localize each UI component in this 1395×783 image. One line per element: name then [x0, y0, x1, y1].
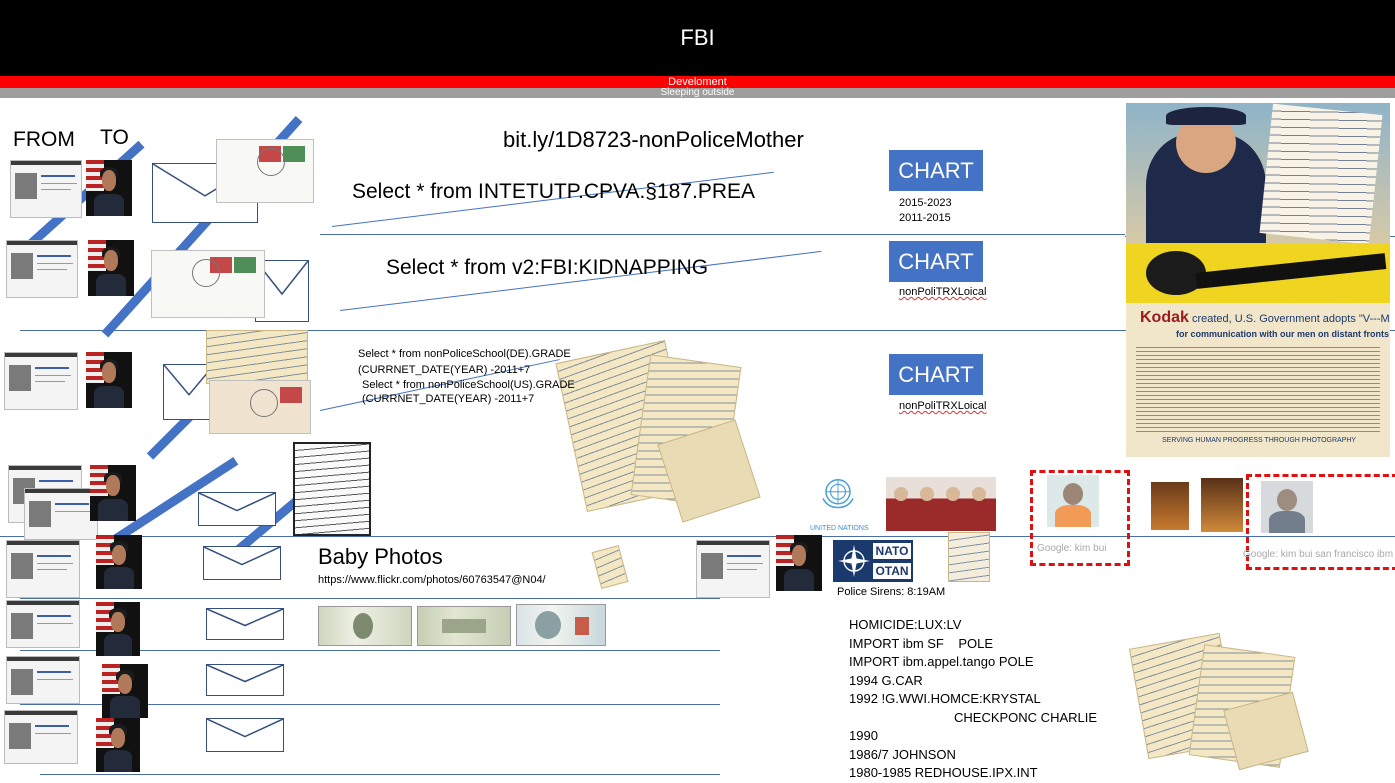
otan-text: OTAN	[873, 563, 911, 579]
query-text: (CURRNET_DATE(YEAR) -2011+7	[362, 393, 535, 405]
stamped-envelope-image[interactable]	[209, 380, 311, 434]
source-thumbnail[interactable]	[6, 600, 80, 648]
envelope-icon[interactable]	[206, 664, 284, 696]
person-photo	[1047, 475, 1099, 527]
officer-photo[interactable]	[102, 664, 148, 718]
notes-list: HOMICIDE:LUX:LV IMPORT ibm SF POLE IMPOR…	[849, 616, 1119, 783]
note-line: CHECKPONC CHARLIE	[954, 709, 1098, 725]
link-text[interactable]: bit.ly/1D8723-nonPoliceMother	[503, 127, 804, 153]
source-thumbnail[interactable]	[6, 540, 80, 598]
handwritten-letter-image[interactable]	[591, 545, 629, 589]
officer-photo[interactable]	[96, 535, 142, 589]
note-line: 1990	[849, 728, 878, 743]
to-label: TO	[100, 126, 129, 149]
note-line: 1994 G.CAR	[849, 672, 923, 688]
source-thumbnail[interactable]	[24, 488, 98, 540]
google-result-box[interactable]: Google: kim bui san francisco ibm	[1243, 474, 1395, 570]
page-header: FBI	[0, 0, 1395, 77]
baby-photos-title: Baby Photos	[318, 544, 443, 569]
dollar-bill-image	[318, 606, 412, 646]
un-emblem-icon	[822, 479, 854, 509]
officer-photo[interactable]	[96, 602, 140, 656]
google-caption: Google: kim bui san francisco ibm	[1243, 549, 1394, 560]
poster-body-text	[1136, 347, 1380, 433]
query-text: (CURRNET_DATE(YEAR) -2011+7	[358, 364, 531, 376]
chart-notes: nonPoliTRXLoical	[899, 400, 987, 412]
document-image[interactable]	[948, 532, 990, 582]
dollar-bill-image	[417, 606, 511, 646]
source-thumbnail[interactable]	[696, 540, 770, 598]
flickr-link[interactable]: https://www.flickr.com/photos/60763547@N…	[318, 574, 546, 586]
un-logo: UNITED NATIONS	[810, 476, 869, 532]
group-photo[interactable]	[1151, 482, 1189, 530]
officer-photo[interactable]	[96, 718, 140, 772]
note-line: 1980-1985 REDHOUSE.IPX.INT	[849, 765, 1038, 780]
chart-notes: nonPoliTRXLoical	[899, 286, 987, 298]
envelope-icon[interactable]	[203, 546, 281, 580]
query-text: Select * from INTETUTP.CPVA.§187.PREA	[352, 180, 756, 203]
poster-letter	[1259, 103, 1383, 245]
envelope-icon[interactable]	[206, 718, 284, 752]
officer-photo[interactable]	[776, 535, 822, 591]
officer-photo[interactable]	[86, 352, 132, 408]
source-thumbnail[interactable]	[4, 710, 78, 764]
vmail-poster-image[interactable]: Kodak created, U.S. Government adopts "V…	[1126, 103, 1390, 457]
judges-image[interactable]	[886, 477, 996, 531]
poster-yellow-band	[1126, 243, 1390, 303]
note-line: 1992 !G.WWI.HOMCE:KRYSTAL	[849, 691, 1041, 706]
person-photo	[1261, 481, 1313, 533]
note-line: IMPORT ibm SF POLE	[849, 635, 993, 651]
query-text: Select * from nonPoliceSchool(US).GRADE	[362, 379, 575, 391]
nato-logo: NATO OTAN	[833, 540, 913, 582]
row-divider	[320, 234, 1125, 235]
chart-notes: 2015-2023 2011-2015	[899, 197, 952, 224]
note-line: IMPORT ibm.appel.tango POLE	[849, 654, 1034, 669]
un-label: UNITED NATIONS	[810, 525, 869, 532]
handwritten-letter-image[interactable]	[206, 330, 308, 384]
query-text: Select * from v2:FBI:KIDNAPPING	[386, 256, 709, 279]
page-title: FBI	[680, 25, 715, 50]
poster-footer: SERVING HUMAN PROGRESS THROUGH PHOTOGRAP…	[1162, 437, 1357, 444]
officer-photo[interactable]	[88, 240, 134, 296]
vmail-letter-image[interactable]	[293, 442, 371, 536]
sleeping-banner: Sleeping outside	[0, 88, 1395, 98]
police-sirens-label: Police Sirens: 8:19AM	[837, 586, 946, 598]
stamped-envelope-image[interactable]	[151, 250, 265, 318]
source-thumbnail[interactable]	[6, 240, 78, 298]
chart-button[interactable]: CHART	[889, 150, 983, 191]
google-caption: Google: kim bui	[1037, 543, 1107, 554]
google-result-box[interactable]: Google: kim bui	[1030, 470, 1130, 566]
poster-subhead: for communication with our men on distan…	[1176, 329, 1389, 339]
query-text: Select * from nonPoliceSchool(DE).GRADE	[358, 348, 571, 360]
query-block: Select * from nonPoliceSchool(DE).GRADE …	[358, 346, 571, 378]
chart-button[interactable]: CHART	[889, 241, 983, 282]
dollar-bill-image	[516, 604, 606, 646]
chart-button[interactable]: CHART	[889, 354, 983, 395]
source-thumbnail[interactable]	[10, 160, 82, 218]
nato-text: NATO	[873, 543, 911, 559]
group-photo[interactable]	[1201, 478, 1243, 532]
envelope-icon[interactable]	[206, 608, 284, 640]
officer-photo[interactable]	[90, 465, 136, 521]
note-line: 1986/7 JOHNSON	[849, 746, 956, 762]
source-thumbnail[interactable]	[6, 656, 80, 704]
row-divider	[20, 330, 1125, 331]
envelope-icon[interactable]	[198, 492, 276, 526]
row-divider	[40, 774, 720, 775]
source-thumbnail[interactable]	[4, 352, 78, 410]
poster-cap	[1166, 107, 1246, 125]
officer-photo[interactable]	[86, 160, 132, 216]
query-block: Select * from nonPoliceSchool(US).GRADE …	[362, 378, 575, 406]
row-divider	[20, 598, 720, 599]
stamped-envelope-image[interactable]	[216, 139, 314, 203]
from-label: FROM	[13, 128, 75, 151]
poster-headline: Kodak created, U.S. Government adopts "V…	[1140, 309, 1390, 326]
note-line: HOMICIDE:LUX:LV	[849, 617, 962, 632]
compass-star-icon	[836, 543, 872, 579]
